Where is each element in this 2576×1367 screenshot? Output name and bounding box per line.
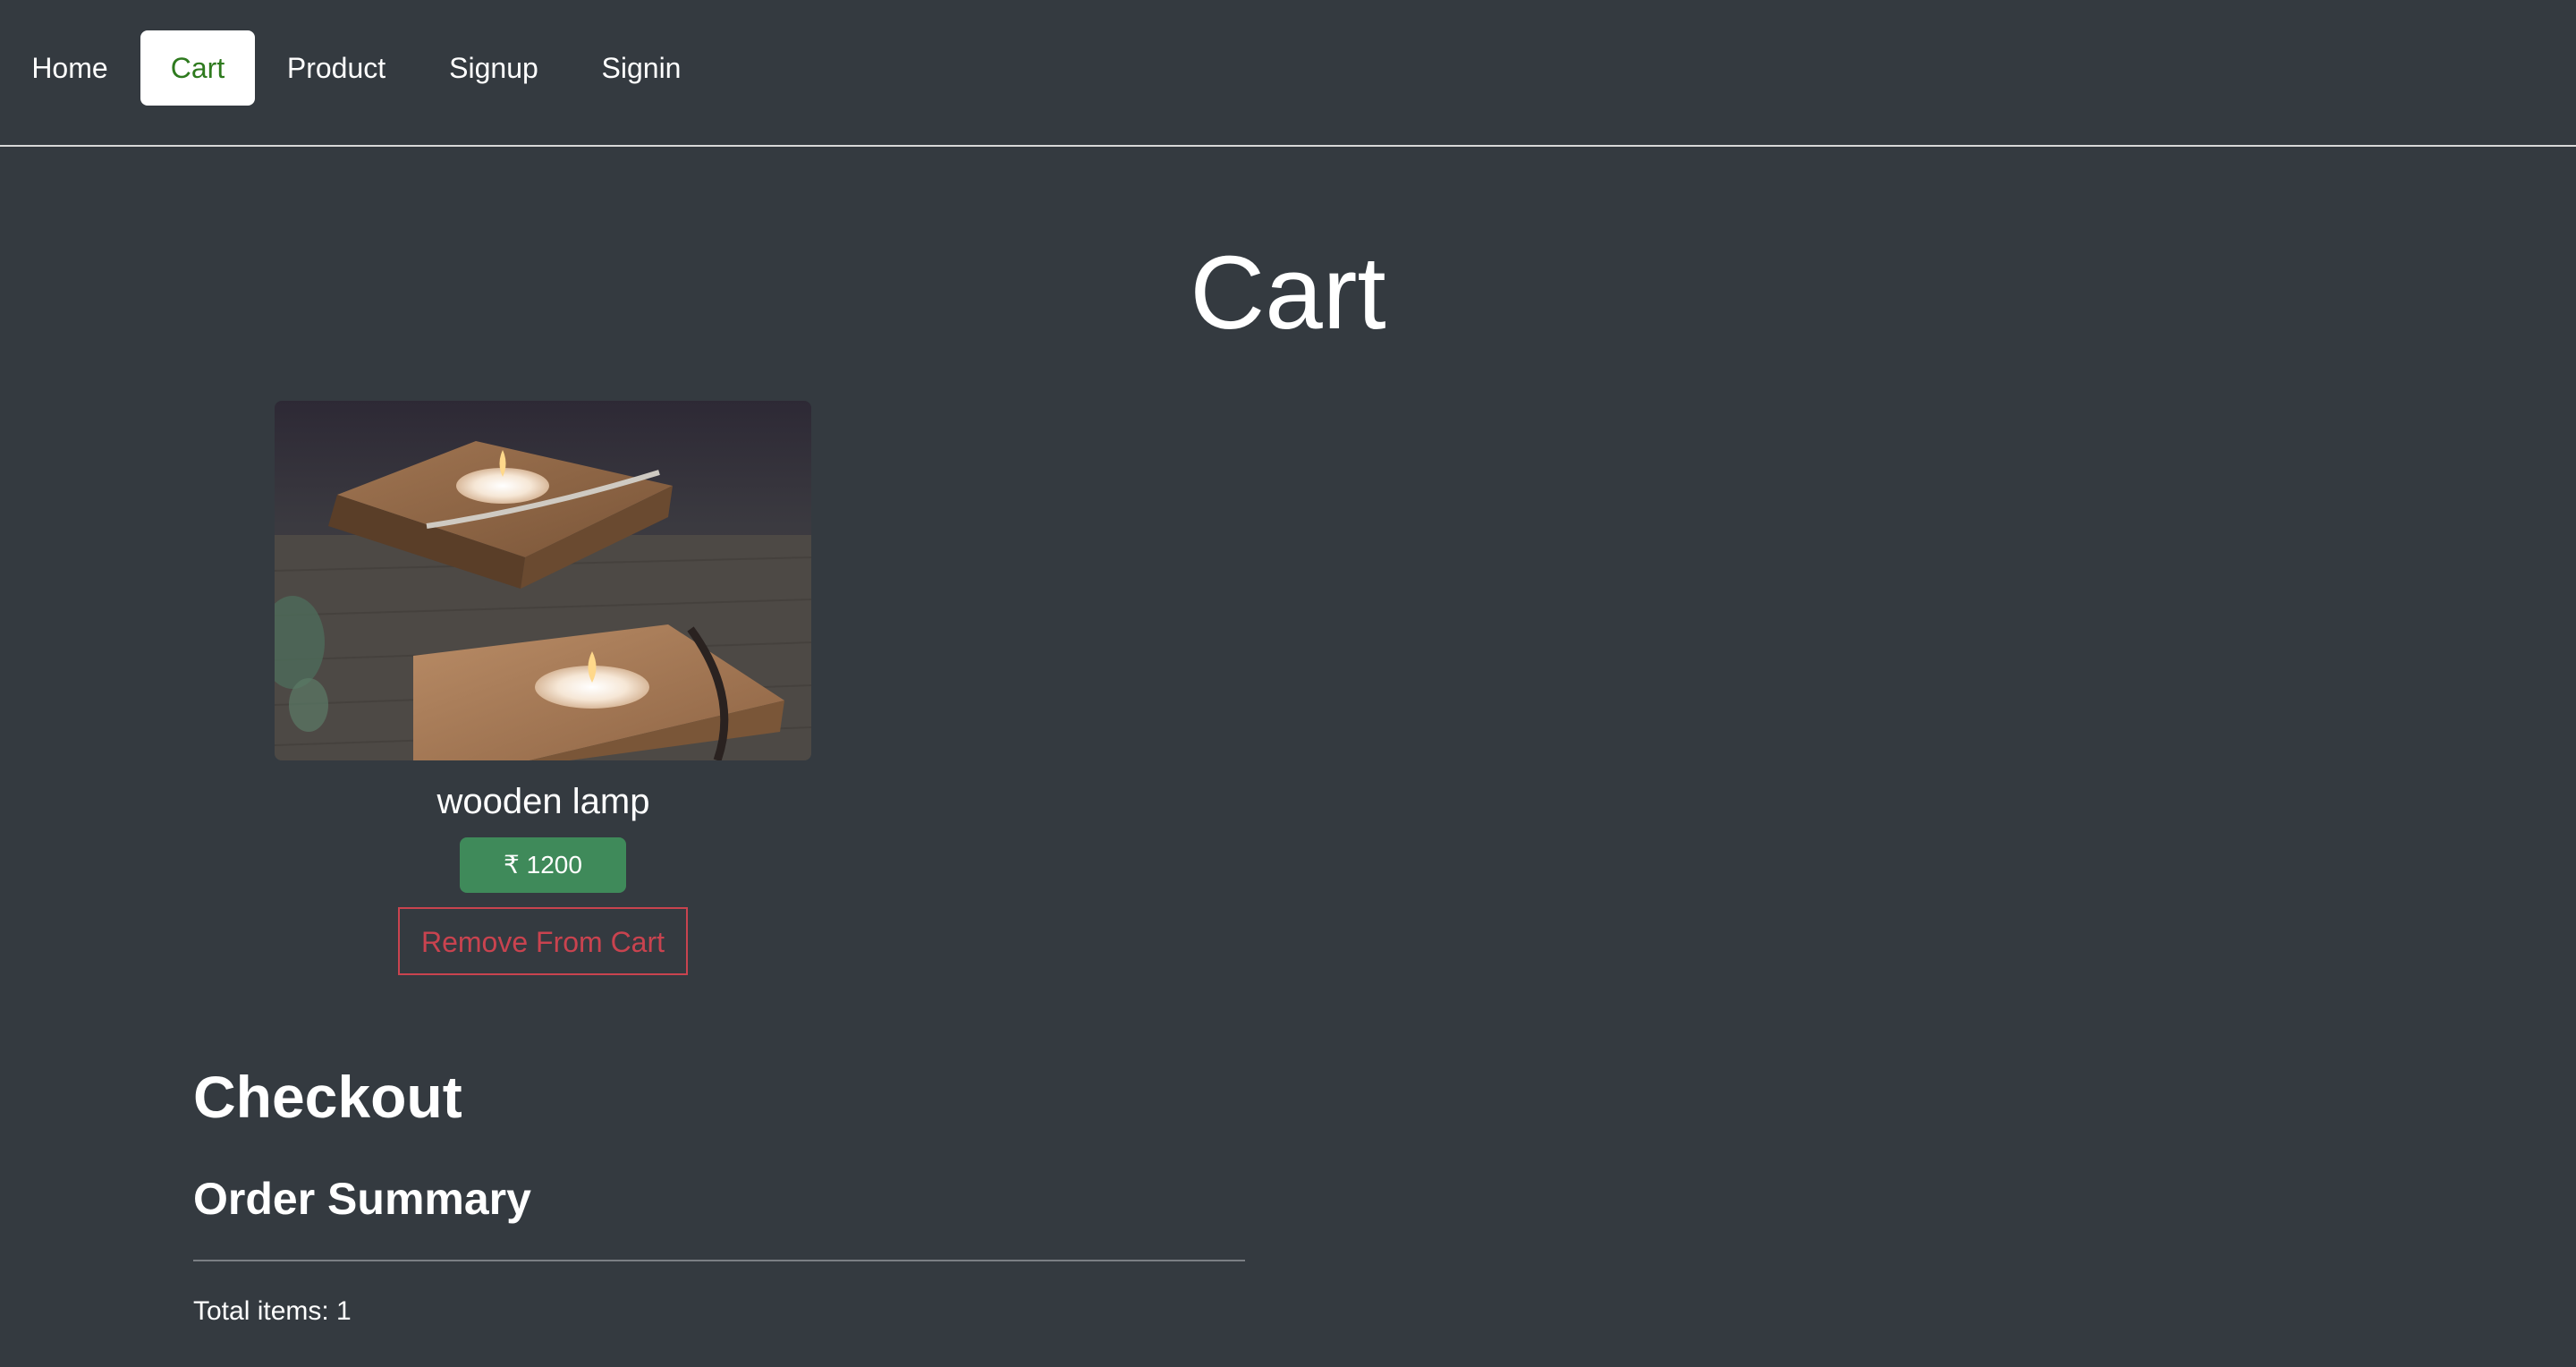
page-title: Cart	[1190, 234, 1386, 351]
summary-divider	[193, 1260, 1245, 1261]
nav-link-home[interactable]: Home	[0, 30, 140, 106]
nav-link-product[interactable]: Product	[268, 30, 404, 106]
price-badge: ₹ 1200	[460, 837, 626, 893]
navbar: Home Cart Product Signup Signin	[0, 0, 2576, 147]
nav-link-signin[interactable]: Signin	[579, 30, 704, 106]
nav-link-signup[interactable]: Signup	[427, 30, 561, 106]
product-name: wooden lamp	[436, 782, 650, 821]
order-summary-title: Order Summary	[193, 1174, 531, 1224]
checkout-title: Checkout	[193, 1064, 462, 1130]
nav-link-cart[interactable]: Cart	[140, 30, 255, 106]
candle-holder-photo-icon	[275, 401, 811, 760]
remove-from-cart-button[interactable]: Remove From Cart	[398, 907, 688, 975]
total-items: Total items: 1	[193, 1296, 352, 1326]
product-image	[275, 401, 811, 760]
